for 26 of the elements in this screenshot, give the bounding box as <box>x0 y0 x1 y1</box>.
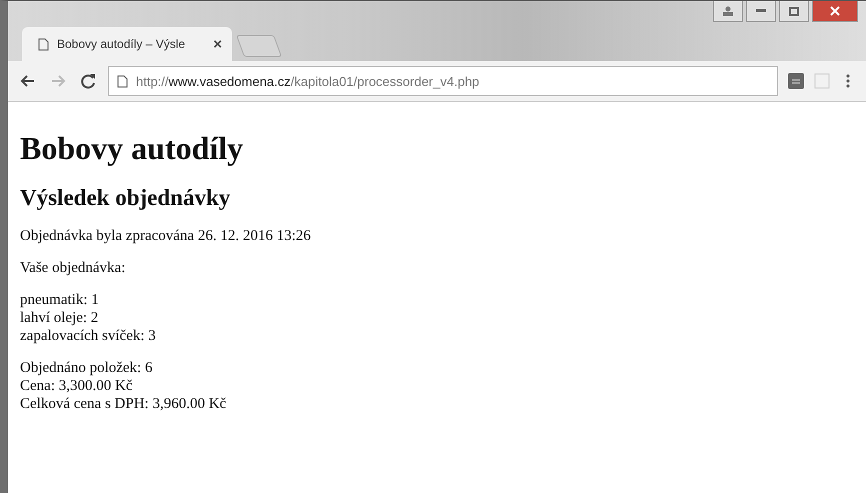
page-subheading: Výsledek objednávky <box>20 185 232 211</box>
maximize-button[interactable] <box>779 1 809 22</box>
text-line: Vaše objednávka: <box>20 259 126 277</box>
person-icon <box>722 6 734 16</box>
maximize-icon <box>789 6 799 16</box>
text-line: Objednáno položek: 6 <box>20 359 154 377</box>
text-line: Cena: 3,300.00 Kč <box>20 377 134 395</box>
minimize-button[interactable] <box>746 1 776 22</box>
close-window-button[interactable] <box>812 1 858 22</box>
text-line: pneumatik: 1 <box>20 291 100 309</box>
text-line: Celková cena s DPH: 3,960.00 Kč <box>20 395 228 413</box>
tab-title: Bobovy autodíly – Výsle <box>57 37 186 51</box>
close-icon <box>830 6 840 16</box>
browser-tab[interactable]: Bobovy autodíly – Výsle × <box>22 27 232 61</box>
reload-icon[interactable] <box>78 71 98 91</box>
page-icon <box>117 74 128 88</box>
minimize-icon <box>756 9 766 13</box>
profile-button[interactable] <box>713 1 743 22</box>
text-line: zapalovacích svíček: 3 <box>20 327 157 345</box>
address-bar[interactable]: http://www.vasedomena.cz/kapitola01/processorder_v4.php <box>108 66 778 96</box>
page-icon <box>38 38 49 50</box>
text-line: Objednávka byla zpracována 26. 12. 2016 13:26 <box>20 227 312 245</box>
extension-icon[interactable] <box>788 73 804 89</box>
text-line: lahví oleje: 2 <box>20 309 100 327</box>
close-tab-button[interactable]: × <box>213 36 222 52</box>
page-heading: Bobovy autodíly <box>20 130 244 167</box>
